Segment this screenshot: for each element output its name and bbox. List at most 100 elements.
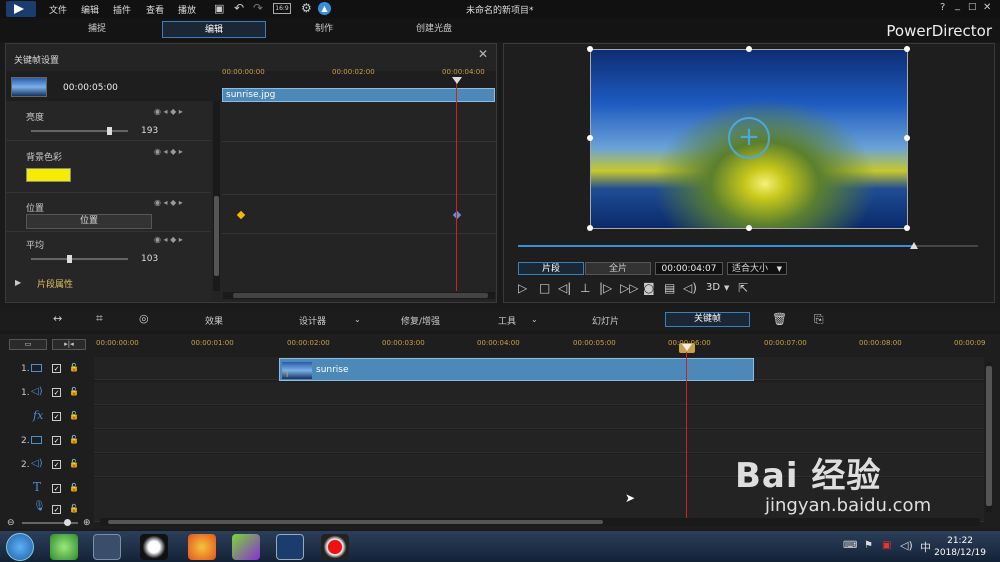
keyframe-marker[interactable] <box>236 210 246 220</box>
timeline-playhead[interactable] <box>686 352 687 518</box>
tray-flag-icon[interactable]: ⚑ <box>864 540 873 551</box>
redo-icon[interactable]: ↷ <box>253 1 263 15</box>
reset-icon[interactable]: ◉ ◂ ◆ ▸ <box>154 235 183 244</box>
timeline-clip[interactable]: i sunrise <box>279 358 754 381</box>
track-enable-checkbox[interactable]: ✓ <box>52 484 61 493</box>
keyframe-button[interactable]: 关键帧 <box>665 312 750 327</box>
expand-arrow-icon[interactable]: ▶ <box>15 278 21 287</box>
tab-edit[interactable]: 编辑 <box>162 21 266 38</box>
preview-progress-knob[interactable] <box>909 242 918 249</box>
lock-icon[interactable]: 🔓 <box>69 504 79 513</box>
tab-capture[interactable]: 捕捉 <box>45 21 149 38</box>
track-row[interactable] <box>94 406 984 429</box>
tab-produce[interactable]: 制作 <box>272 21 376 38</box>
preview-timecode[interactable]: 00:00:04:07 <box>655 262 723 275</box>
menu-view[interactable]: 查看 <box>146 3 164 16</box>
position-crosshair-icon[interactable]: + <box>728 117 770 159</box>
timeline-view-button[interactable]: ▸|◂ <box>52 339 86 350</box>
resize-handle[interactable] <box>904 135 910 141</box>
track-row[interactable] <box>94 382 984 405</box>
track-view-button[interactable]: ▭ <box>9 339 47 350</box>
detach-preview-icon[interactable]: ⇱ <box>738 281 748 295</box>
lock-icon[interactable]: 🔓 <box>69 459 79 468</box>
average-slider-knob[interactable] <box>67 255 72 263</box>
resize-handle[interactable] <box>746 225 752 231</box>
chevron-down-icon[interactable]: ⌄ <box>531 315 538 324</box>
volume-tray-icon[interactable]: ◁) <box>900 539 913 552</box>
track-enable-checkbox[interactable]: ✓ <box>52 436 61 445</box>
media-app-icon[interactable] <box>232 534 260 560</box>
resize-handle[interactable] <box>587 225 593 231</box>
brightness-slider[interactable] <box>31 130 128 132</box>
track-enable-checkbox[interactable]: ✓ <box>52 460 61 469</box>
aspect-ratio-icon[interactable]: 16:9 <box>273 3 291 14</box>
track-enable-checkbox[interactable]: ✓ <box>52 388 61 397</box>
next-frame-icon[interactable]: |▷ <box>599 281 612 295</box>
tab-create-disc[interactable]: 创建光盘 <box>382 21 486 38</box>
undo-icon[interactable]: ↶ <box>234 1 244 15</box>
volume-icon[interactable]: ◁) <box>683 281 697 295</box>
property-scrollbar[interactable] <box>213 101 220 291</box>
effects-button[interactable]: 效果 <box>205 314 223 327</box>
save-icon[interactable]: ▣ <box>214 2 224 15</box>
maximize-icon[interactable]: □ <box>968 2 977 12</box>
prev-frame-icon[interactable]: ◁| <box>558 281 571 295</box>
split-icon[interactable]: ⊥ <box>580 281 590 295</box>
menu-play[interactable]: 播放 <box>178 3 196 16</box>
track-enable-checkbox[interactable]: ✓ <box>52 412 61 421</box>
menu-plugins[interactable]: 插件 <box>113 3 131 16</box>
clip-attributes-row[interactable]: ▶ 片段属性 <box>6 276 211 296</box>
subtitle-icon[interactable]: ▤ <box>664 281 675 295</box>
preview-image[interactable]: + <box>590 49 908 229</box>
keyframe-hscroll[interactable] <box>223 292 495 299</box>
edit-list-icon[interactable]: ⎘ <box>814 312 824 327</box>
keyframe-playhead[interactable] <box>456 77 457 291</box>
resize-handle[interactable] <box>587 135 593 141</box>
lock-icon[interactable]: 🔓 <box>69 387 79 396</box>
fit-timeline-icon[interactable]: ↔ <box>53 312 62 325</box>
resize-handle[interactable] <box>904 225 910 231</box>
chevron-down-icon[interactable]: ⌄ <box>354 315 361 324</box>
tools-button[interactable]: 工具 <box>498 314 516 327</box>
resize-handle[interactable] <box>587 46 593 52</box>
reset-icon[interactable]: ◉ ◂ ◆ ▸ <box>154 107 183 116</box>
designer-button[interactable]: 设计器 <box>299 314 326 327</box>
zoom-out-icon[interactable]: ⊖ <box>7 518 15 528</box>
zoom-slider-knob[interactable] <box>64 519 71 526</box>
reset-icon[interactable]: ◉ ◂ ◆ ▸ <box>154 198 183 207</box>
repair-enhance-button[interactable]: 修复/增强 <box>401 314 440 327</box>
position-button[interactable]: 位置 <box>26 214 152 229</box>
stop-icon[interactable]: □ <box>539 281 550 295</box>
slideshow-button[interactable]: 幻灯片 <box>592 314 619 327</box>
taskbar-app-icon[interactable] <box>50 534 78 560</box>
tray-app-icon[interactable]: ▣ <box>882 540 891 551</box>
playhead-handle-icon[interactable] <box>452 77 462 84</box>
average-slider[interactable] <box>31 258 128 260</box>
minimize-icon[interactable]: _ <box>955 0 960 11</box>
lock-icon[interactable]: 🔓 <box>69 363 79 372</box>
record-app-icon[interactable] <box>321 534 349 560</box>
track-enable-checkbox[interactable]: ✓ <box>52 505 61 514</box>
firefox-icon[interactable] <box>188 534 216 560</box>
play-icon[interactable]: ▷ <box>518 281 527 295</box>
timeline-hscroll[interactable] <box>100 518 980 526</box>
lock-icon[interactable]: 🔓 <box>69 411 79 420</box>
trash-icon[interactable]: 🗑 <box>772 312 787 326</box>
close-icon[interactable]: ✕ <box>983 2 991 13</box>
settings-icon[interactable]: ⚙ <box>301 1 312 15</box>
taskbar-clock[interactable]: 21:22 2018/12/19 <box>934 535 986 559</box>
3d-mode-toggle[interactable]: 3D <box>706 282 720 293</box>
menu-edit[interactable]: 编辑 <box>81 3 99 16</box>
track-enable-checkbox[interactable]: ✓ <box>52 364 61 373</box>
upgrade-icon[interactable]: ▲ <box>318 2 331 15</box>
timeline-vscroll[interactable] <box>986 362 992 512</box>
brightness-slider-knob[interactable] <box>107 127 112 135</box>
panel-close-icon[interactable]: ✕ <box>478 47 488 61</box>
powerdirector-taskbar-icon[interactable] <box>276 534 304 560</box>
tab-clip[interactable]: 片段 <box>518 262 584 275</box>
resize-handle[interactable] <box>904 46 910 52</box>
ime-tray-icon[interactable]: 中 <box>920 539 931 555</box>
menu-file[interactable]: 文件 <box>49 3 67 16</box>
tab-full-movie[interactable]: 全片 <box>585 262 651 275</box>
app-logo-icon[interactable] <box>6 1 36 17</box>
